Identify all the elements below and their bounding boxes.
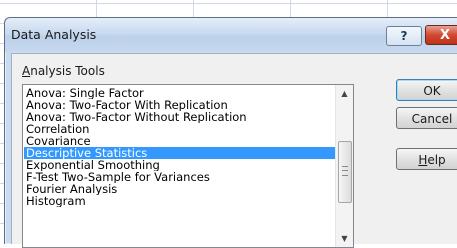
- list-item[interactable]: Histogram: [24, 195, 335, 207]
- dialog-titlebar[interactable]: Data Analysis ? X: [5, 18, 457, 52]
- list-item[interactable]: Exponential Smoothing: [24, 159, 335, 171]
- analysis-tools-list: Anova: Single Factor Anova: Two-Factor Wi…: [24, 87, 335, 247]
- dialog-title: Data Analysis: [11, 27, 97, 42]
- chevron-down-icon[interactable]: ▼: [336, 230, 353, 247]
- help-button-text: elp: [427, 153, 446, 167]
- help-button[interactable]: Help: [396, 148, 457, 170]
- list-item[interactable]: Fourier Analysis: [24, 183, 335, 195]
- list-scrollbar[interactable]: ▲ ▼: [335, 85, 353, 247]
- list-item[interactable]: F-Test Two-Sample for Variances: [24, 171, 335, 183]
- list-item[interactable]: Anova: Two-Factor With Replication: [24, 99, 335, 111]
- list-item[interactable]: Anova: Two-Factor Without Replication: [24, 111, 335, 123]
- cancel-button[interactable]: Cancel: [396, 107, 457, 129]
- scrollbar-thumb[interactable]: [338, 141, 352, 203]
- list-item[interactable]: Anova: Single Factor: [24, 87, 335, 99]
- ok-button[interactable]: OK: [396, 79, 457, 101]
- help-button-accesskey: H: [418, 153, 428, 167]
- chevron-up-icon[interactable]: ▲: [336, 85, 353, 102]
- grip-icon: [342, 166, 348, 176]
- dialog-body: Analysis Tools Anova: Single Factor Anova…: [11, 53, 457, 248]
- list-item[interactable]: Covariance: [24, 135, 335, 147]
- analysis-tools-label: Analysis Tools: [22, 64, 105, 78]
- close-icon[interactable]: X: [425, 25, 457, 45]
- list-item[interactable]: Descriptive Statistics: [24, 147, 335, 159]
- analysis-tools-label-text: nalysis Tools: [30, 64, 105, 78]
- analysis-tools-listbox[interactable]: Anova: Single Factor Anova: Two-Factor Wi…: [22, 84, 354, 248]
- help-icon[interactable]: ?: [386, 26, 422, 46]
- list-item[interactable]: Correlation: [24, 123, 335, 135]
- analysis-tools-label-accesskey: A: [22, 64, 31, 78]
- data-analysis-dialog: Data Analysis ? X Analysis Tools Anova: …: [4, 17, 457, 248]
